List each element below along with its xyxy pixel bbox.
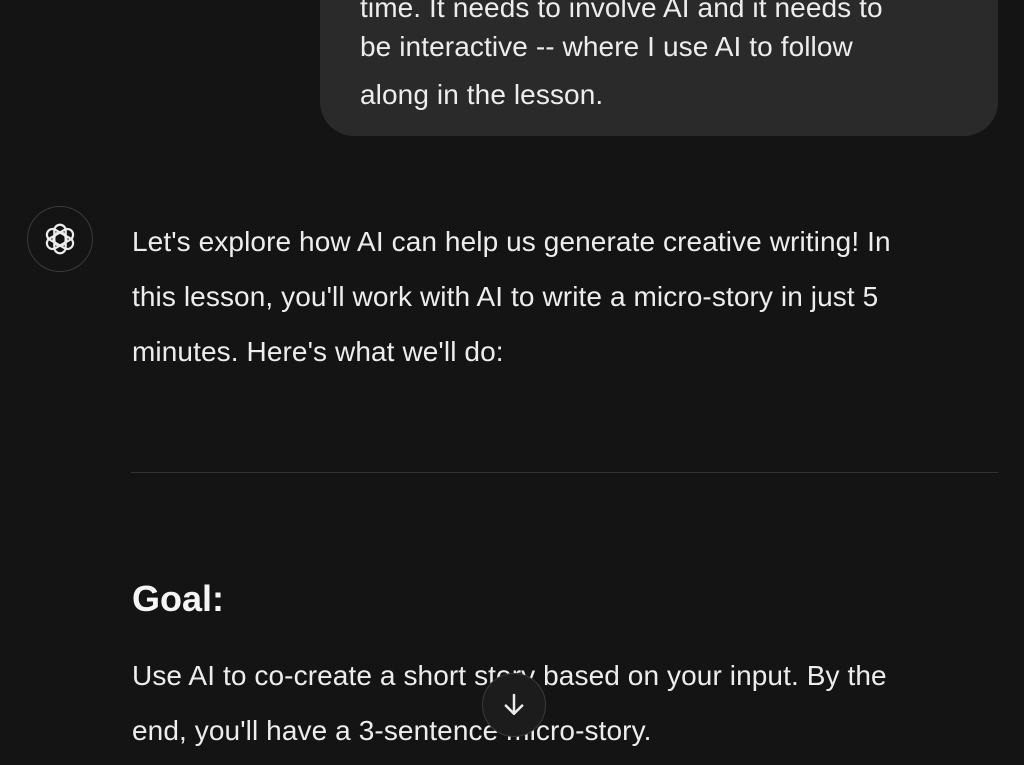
assistant-intro-line: this lesson, you'll work with AI to writ…: [132, 281, 879, 312]
assistant-intro-line: minutes. Here's what we'll do:: [132, 336, 504, 367]
goal-text-line: end, you'll have a 3-sentence micro-stor…: [132, 715, 652, 746]
user-message-line: time. It needs to involve AI and it need…: [360, 0, 883, 23]
assistant-avatar: [27, 206, 93, 272]
user-message-line: be interactive -- where I use AI to foll…: [360, 31, 853, 62]
scroll-to-bottom-button[interactable]: [482, 673, 546, 737]
arrow-down-icon: [504, 693, 524, 715]
goal-heading: Goal:: [132, 578, 225, 619]
openai-logo-icon: [45, 223, 75, 255]
user-message-bubble: time. It needs to involve AI and it need…: [320, 0, 998, 136]
user-message-line: along in the lesson.: [360, 79, 604, 110]
assistant-intro-line: Let's explore how AI can help us generat…: [132, 226, 891, 257]
section-divider: [131, 472, 998, 473]
